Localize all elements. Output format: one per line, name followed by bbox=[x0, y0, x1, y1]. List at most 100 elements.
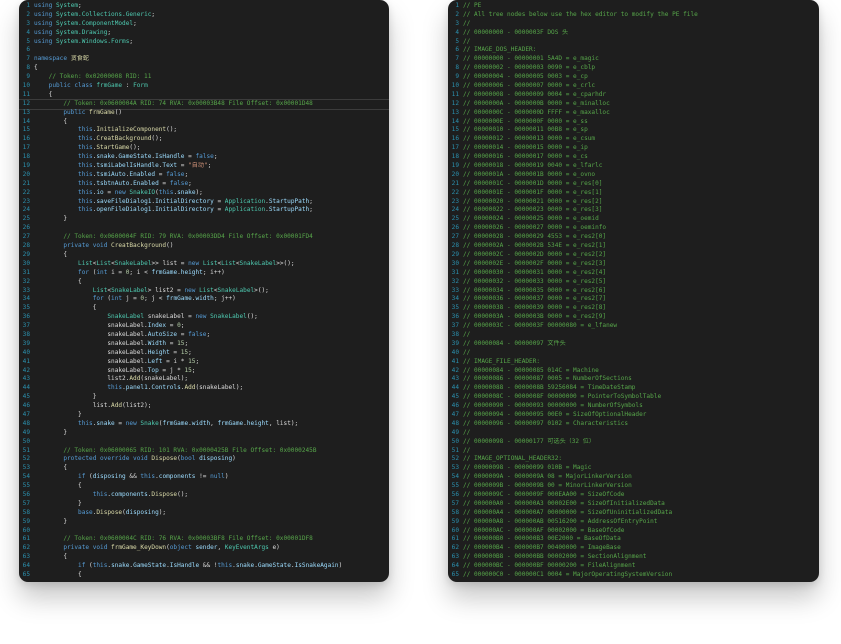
code-token: snake bbox=[96, 419, 115, 427]
comment-text: // bbox=[463, 19, 471, 27]
code-token: private void bbox=[34, 544, 112, 552]
code-line: 24 this.openFileDialog1.InitialDirectory… bbox=[19, 206, 389, 215]
code-line: 7 // 00000000 - 00000001 5A4D = e_magic bbox=[448, 55, 819, 64]
line-number: 2 bbox=[26, 10, 30, 18]
code-line: 9 // 00000004 - 00000005 0003 = e_cp bbox=[448, 73, 819, 82]
code-line: 31 for (int i = 0; i < frmGame.height; i… bbox=[19, 269, 389, 278]
line-number: 14 bbox=[451, 117, 459, 125]
code-token: StartupPath bbox=[268, 206, 310, 214]
comment-text: // 0000001A - 0000001B 0000 = e_ovno bbox=[463, 170, 596, 178]
line-number: 36 bbox=[22, 313, 30, 321]
line-number: 52 bbox=[451, 455, 459, 463]
comment-text: // 0000000E - 0000000F 0000 = e_ss bbox=[463, 117, 588, 125]
code-token: protected override void bbox=[34, 455, 152, 463]
code-line: 26 bbox=[19, 224, 389, 233]
comment-text: // 00000004 - 00000005 0003 = e_cp bbox=[463, 73, 588, 81]
line-number: 44 bbox=[451, 384, 459, 392]
code-line: 62 // 000000B4 - 000000B7 00400000 = Imag… bbox=[448, 544, 819, 553]
code-token: Top bbox=[147, 366, 159, 374]
csharp-code-view[interactable]: 1 using System; 2 using System.Collections.… bbox=[19, 2, 389, 580]
code-token: for bbox=[34, 295, 108, 303]
line-number: 27 bbox=[22, 233, 30, 241]
code-token: base bbox=[34, 508, 93, 516]
code-line: 6 // IMAGE_DOS_HEADER: bbox=[448, 46, 819, 55]
code-line: 37 snakeLabel.Index = 0; bbox=[19, 322, 389, 331]
code-token: } bbox=[34, 410, 82, 418]
code-token: 贪食蛇 bbox=[70, 55, 89, 63]
code-line: 44 // 00000088 - 0000008B 59256084 = Time… bbox=[448, 384, 819, 393]
comment-text: // 0000001C - 0000001D 0000 = e_res[0] bbox=[463, 179, 603, 187]
code-token: ; bbox=[213, 153, 218, 161]
line-number: 12 bbox=[22, 99, 30, 107]
code-token: = bbox=[213, 197, 225, 205]
code-token: width bbox=[195, 295, 214, 303]
code-line: 33 // 00000034 - 00000035 0000 = e_res2[6… bbox=[448, 287, 819, 296]
code-line: 35 { bbox=[19, 304, 389, 313]
comment-text: // 0000002A - 0000002B 534E = e_res2[1] bbox=[463, 242, 607, 250]
code-token: ; bbox=[188, 179, 192, 187]
code-editor-window-left[interactable]: 1 using System; 2 using System.Collections.… bbox=[19, 0, 389, 582]
code-line: 34 // 00000036 - 00000037 0000 = e_res2[7… bbox=[448, 295, 819, 304]
code-line: 20 this.tsmiAuto.Enabled = false; bbox=[19, 171, 389, 180]
line-number: 49 bbox=[451, 428, 459, 436]
code-line: 3 using System.ComponentModel; bbox=[19, 20, 389, 29]
code-token: { bbox=[34, 464, 68, 472]
line-number: 9 bbox=[26, 73, 30, 81]
code-line: 3 // bbox=[448, 20, 819, 29]
code-token: } bbox=[34, 499, 82, 507]
code-line: 12 // Token: 0x0600004A RID: 74 RVA: 0x0… bbox=[19, 98, 389, 110]
comment-text: // 00000034 - 00000035 0000 = e_res2[6] bbox=[463, 286, 607, 294]
code-line: 59 // 000000A8 - 000000AB 00516200 = Addr… bbox=[448, 518, 819, 527]
code-line: 14 // 0000000E - 0000000F 0000 = e_ss bbox=[448, 118, 819, 127]
code-token: } bbox=[34, 393, 97, 401]
code-line: 58 base.Dispose(disposing); bbox=[19, 509, 389, 518]
line-number: 4 bbox=[26, 28, 30, 36]
code-line: 63 // 000000B8 - 000000BB 00002000 = Sect… bbox=[448, 553, 819, 562]
code-line: 16 this.CreatBackground(); bbox=[19, 135, 389, 144]
line-number: 32 bbox=[451, 277, 459, 285]
line-number: 40 bbox=[451, 348, 459, 356]
code-token: snakeLabel = bbox=[144, 313, 196, 321]
code-token: 15 bbox=[180, 348, 189, 356]
code-line: 50 bbox=[19, 438, 389, 447]
comment-text: // IMAGE_OPTIONAL_HEADER32: bbox=[463, 455, 563, 463]
code-line: 64 if (this.snake.GameState.IsHandle && … bbox=[19, 562, 389, 571]
code-token: false bbox=[195, 153, 214, 161]
line-number: 34 bbox=[451, 295, 459, 303]
code-token: Enabled bbox=[129, 170, 156, 178]
line-number: 56 bbox=[451, 490, 459, 498]
code-token: snakeLabel. bbox=[34, 357, 148, 365]
comment-text: // 000000A4 - 000000A7 00000000 = SizeOf… bbox=[463, 508, 673, 516]
code-token: ); bbox=[158, 508, 167, 516]
pe-structure-comment-view[interactable]: 1 // PE 2 // All tree nodes below use the h… bbox=[448, 2, 819, 580]
line-number: 51 bbox=[22, 446, 30, 454]
code-token: IsHandle bbox=[155, 153, 185, 161]
code-line: 45 } bbox=[19, 393, 389, 402]
comment-text: // 00000036 - 00000037 0000 = e_res2[7] bbox=[463, 295, 607, 303]
code-token: Application bbox=[224, 197, 266, 205]
code-token: snakeLabel. bbox=[34, 322, 148, 330]
code-editor-window-right[interactable]: 1 // PE 2 // All tree nodes below use the h… bbox=[448, 0, 819, 582]
code-token: InitialDirectory bbox=[155, 197, 214, 205]
code-token: using bbox=[34, 37, 57, 45]
code-line: 15 // 00000010 - 00000011 00B8 = e_sp bbox=[448, 126, 819, 135]
code-line: 58 // 000000A4 - 000000A7 00000000 = Size… bbox=[448, 509, 819, 518]
code-line: 10 // 00000006 - 00000007 0000 = e_crlc bbox=[448, 82, 819, 91]
line-number: 53 bbox=[451, 464, 459, 472]
line-number: 42 bbox=[22, 366, 30, 374]
comment-text: // bbox=[463, 428, 471, 436]
code-token: disposing bbox=[92, 473, 126, 481]
comment-text: // bbox=[463, 37, 471, 45]
line-number: 38 bbox=[451, 330, 459, 338]
code-line: 2 using System.Collections.Generic; bbox=[19, 11, 389, 20]
code-line: 54 if (disposing && this.components != n… bbox=[19, 473, 389, 482]
code-token: >(); bbox=[254, 286, 269, 294]
line-number: 18 bbox=[22, 153, 30, 161]
code-line: 15 this.InitializeComponent(); bbox=[19, 126, 389, 135]
code-line: 61 // 000000B0 - 000000B3 00E2000 = BaseO… bbox=[448, 535, 819, 544]
code-line: 57 } bbox=[19, 500, 389, 509]
code-token: System.Windows.Forms bbox=[56, 37, 130, 45]
code-token: this bbox=[34, 197, 93, 205]
code-token: saveFileDialog1 bbox=[96, 197, 152, 205]
